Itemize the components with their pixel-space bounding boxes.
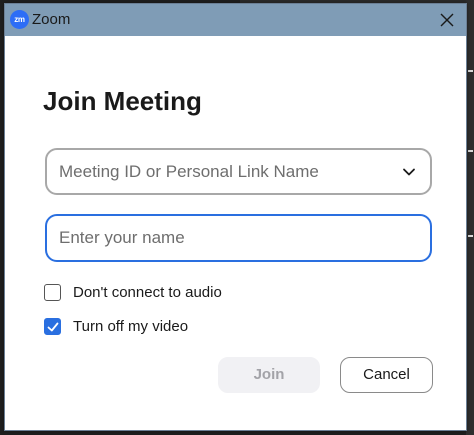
- name-input[interactable]: [45, 214, 432, 262]
- desktop-edge: [466, 0, 474, 435]
- join-button[interactable]: Join: [218, 357, 320, 393]
- audio-option[interactable]: Don't connect to audio: [44, 281, 222, 303]
- close-icon: [440, 13, 454, 27]
- zoom-logo-icon: zm: [10, 10, 29, 29]
- title-bar[interactable]: zm Zoom: [5, 4, 466, 36]
- video-option-label: Turn off my video: [73, 317, 189, 335]
- page-title: Join Meeting: [43, 86, 202, 116]
- desktop-marker: [468, 70, 473, 72]
- window-title: Zoom: [32, 11, 71, 28]
- audio-option-label: Don't connect to audio: [73, 283, 222, 301]
- cancel-button[interactable]: Cancel: [340, 357, 433, 393]
- video-checkbox[interactable]: [44, 317, 61, 335]
- video-option[interactable]: Turn off my video: [44, 315, 188, 337]
- close-button[interactable]: [438, 11, 456, 29]
- zoom-window: zm Zoom Join Meeting Meeting ID or Perso…: [4, 3, 467, 431]
- audio-checkbox[interactable]: [44, 283, 61, 301]
- chevron-down-icon[interactable]: [402, 165, 416, 179]
- meeting-id-dropdown[interactable]: Meeting ID or Personal Link Name: [45, 148, 432, 195]
- desktop-marker: [468, 235, 473, 237]
- checkmark-icon: [47, 322, 59, 331]
- meeting-id-placeholder: Meeting ID or Personal Link Name: [59, 162, 319, 181]
- desktop-marker: [468, 150, 473, 152]
